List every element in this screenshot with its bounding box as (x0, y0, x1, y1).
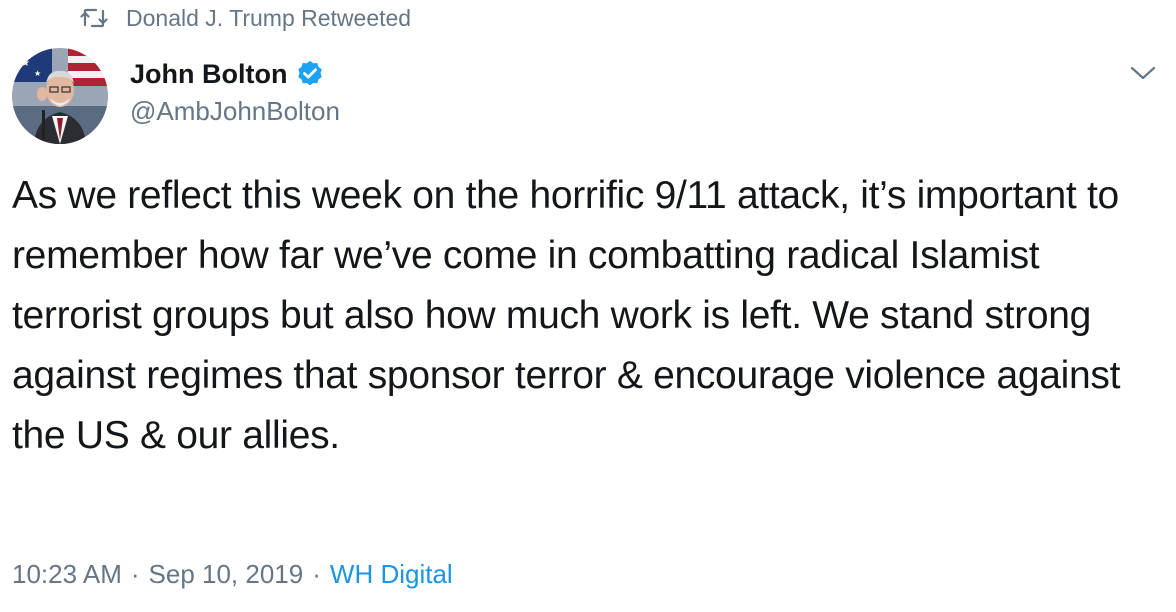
display-name[interactable]: John Bolton (130, 59, 287, 90)
meta-separator: · (130, 558, 140, 589)
tweet-text: As we reflect this week on the horrific … (12, 174, 1121, 457)
retweet-label: Donald J. Trump Retweeted (126, 4, 412, 31)
retweet-context[interactable]: Donald J. Trump Retweeted (80, 2, 411, 34)
avatar[interactable]: ★ ★ (12, 48, 108, 144)
svg-text:★: ★ (21, 58, 30, 69)
user-handle[interactable]: @AmbJohnBolton (130, 96, 1030, 127)
tweet-time[interactable]: 10:23 AM (12, 559, 122, 590)
meta-separator: · (312, 558, 321, 589)
chevron-down-icon[interactable] (1128, 62, 1158, 84)
verified-badge-icon (295, 59, 325, 89)
svg-text:★: ★ (34, 69, 41, 78)
tweet-date[interactable]: Sep 10, 2019 (149, 559, 304, 590)
tweet-header[interactable]: John Bolton @AmbJohnBolton (130, 56, 1030, 127)
tweet-card[interactable]: Donald J. Trump Retweeted ★ ★ John Bolto… (0, 0, 1176, 612)
tweet-source-link[interactable]: WH Digital (330, 559, 453, 590)
retweet-icon (80, 7, 108, 29)
tweet-meta: 10:23 AM · Sep 10, 2019 · WH Digital (12, 556, 453, 592)
name-row[interactable]: John Bolton (130, 56, 1030, 92)
